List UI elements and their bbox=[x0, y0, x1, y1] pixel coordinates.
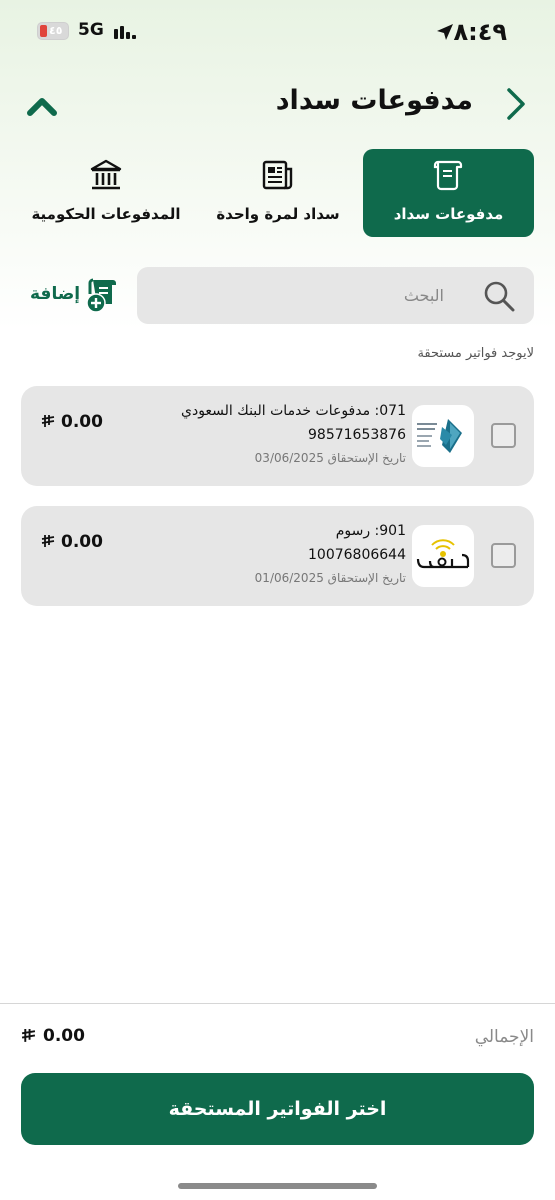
newspaper-icon bbox=[262, 160, 293, 190]
bill-title: 071: مدفوعات خدمات البنك السعودي ا... bbox=[176, 403, 406, 419]
total-amount-value: 0.00 bbox=[43, 1026, 85, 1046]
status-time: ٨:٤٩ bbox=[453, 18, 507, 46]
no-due-bills-text: لايوجد فواتير مستحقة bbox=[417, 346, 534, 361]
status-bar: ٤٥ 5G ٨:٤٩ bbox=[0, 0, 555, 64]
location-arrow-icon bbox=[437, 24, 453, 40]
tab-one-time-payment[interactable]: سداد لمرة واحدة bbox=[193, 149, 363, 237]
scroll-bill-icon bbox=[433, 160, 462, 191]
add-label: إضافة bbox=[30, 284, 81, 304]
riyal-icon bbox=[41, 415, 55, 427]
bill-card[interactable]: 071: مدفوعات خدمات البنك السعودي ا... 98… bbox=[21, 386, 534, 486]
tab-label: مدفوعات سداد bbox=[393, 205, 504, 223]
banque-saudi-fransi-logo bbox=[412, 405, 474, 467]
battery-percentage: ٤٥ bbox=[49, 24, 63, 37]
signal-icon bbox=[114, 26, 136, 39]
footer-divider bbox=[0, 1003, 555, 1004]
tab-government-payments[interactable]: المدفوعات الحكومية bbox=[21, 149, 191, 237]
bill-title: 901: رسوم bbox=[335, 523, 406, 539]
total-label: الإجمالي bbox=[474, 1027, 534, 1047]
add-bill-icon bbox=[86, 278, 116, 313]
bill-card[interactable]: 901: رسوم 10076806644 تاريخ الإستحقاق 01… bbox=[21, 506, 534, 606]
search-box[interactable] bbox=[137, 267, 534, 324]
bill-amount: 0.00 bbox=[41, 532, 103, 552]
chevron-up-icon[interactable] bbox=[27, 94, 57, 116]
bill-checkbox[interactable] bbox=[491, 423, 516, 448]
total-amount: 0.00 bbox=[21, 1026, 85, 1046]
search-input[interactable] bbox=[164, 267, 444, 324]
tab-label: المدفوعات الحكومية bbox=[31, 205, 181, 223]
home-indicator[interactable] bbox=[178, 1183, 377, 1189]
bill-account-number: 10076806644 bbox=[308, 547, 406, 563]
bill-amount-value: 0.00 bbox=[61, 532, 103, 552]
add-bill-button[interactable]: إضافة bbox=[30, 276, 120, 316]
bill-account-number: 98571653876 bbox=[308, 427, 406, 443]
tab-label: سداد لمرة واحدة bbox=[216, 205, 340, 223]
government-building-icon bbox=[90, 159, 122, 190]
tab-sadad-payments[interactable]: مدفوعات سداد bbox=[363, 149, 534, 237]
bill-amount-value: 0.00 bbox=[61, 412, 103, 432]
battery-icon: ٤٥ bbox=[37, 22, 69, 40]
bill-amount: 0.00 bbox=[41, 412, 103, 432]
select-due-bills-button[interactable]: اختر الفواتير المستحقة bbox=[21, 1073, 534, 1145]
network-type: 5G bbox=[78, 20, 104, 40]
page-title: مدفوعات سداد bbox=[275, 85, 473, 116]
bill-due-date: تاريخ الإستحقاق 01/06/2025 bbox=[254, 571, 406, 585]
riyal-icon bbox=[41, 535, 55, 547]
bill-due-date: تاريخ الإستحقاق 03/06/2025 bbox=[254, 451, 406, 465]
rusoom-logo bbox=[412, 525, 474, 587]
search-icon bbox=[484, 281, 515, 312]
chevron-right-icon[interactable] bbox=[501, 86, 529, 122]
riyal-icon bbox=[21, 1029, 36, 1042]
bill-checkbox[interactable] bbox=[491, 543, 516, 568]
